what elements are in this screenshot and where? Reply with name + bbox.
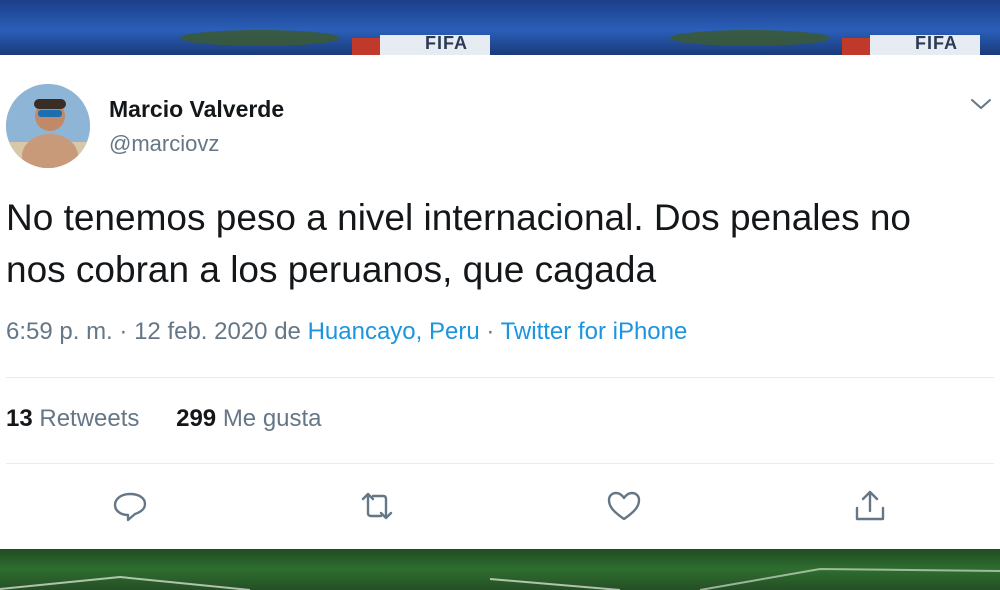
- tweet-stats: 13 Retweets 299 Me gusta: [6, 405, 322, 433]
- background-frame-right: FIFA: [490, 0, 980, 55]
- tweet-text-line: No tenemos peso a nivel internacional. D…: [6, 197, 912, 238]
- tweet-time[interactable]: 6:59 p. m.: [6, 318, 113, 345]
- meta-separator: ·: [119, 318, 128, 345]
- author-handle[interactable]: @marciovz: [109, 131, 219, 157]
- tweet-text-line: nos cobran a los peruanos, que cagada: [6, 249, 657, 290]
- retweets-stat[interactable]: 13 Retweets: [6, 405, 139, 433]
- chevron-down-icon[interactable]: [968, 94, 994, 114]
- location-link[interactable]: Huancayo, Peru: [308, 318, 480, 345]
- location-prefix: de: [274, 318, 301, 345]
- likes-label: Me gusta: [222, 405, 322, 432]
- share-icon[interactable]: [850, 486, 890, 526]
- reply-icon[interactable]: [110, 486, 150, 526]
- meta-separator: ·: [486, 318, 495, 345]
- fifa-watermark: FIFA: [425, 33, 468, 53]
- author-name[interactable]: Marcio Valverde: [109, 96, 284, 123]
- divider: [6, 463, 994, 464]
- background-top-band: FIFA FIFA: [0, 0, 1000, 55]
- retweets-count: 13: [6, 405, 33, 432]
- retweet-icon[interactable]: [357, 486, 397, 526]
- tweet-date[interactable]: 12 feb. 2020: [134, 318, 267, 345]
- divider: [6, 377, 994, 378]
- action-bar: [0, 486, 1000, 530]
- fifa-watermark: FIFA: [915, 33, 958, 53]
- background-bottom-band: [0, 549, 1000, 590]
- retweets-label: Retweets: [39, 405, 140, 432]
- likes-count: 299: [176, 405, 217, 432]
- tweet-meta: 6:59 p. m. · 12 feb. 2020 de Huancayo, P…: [6, 318, 687, 346]
- source-link[interactable]: Twitter for iPhone: [501, 318, 688, 345]
- tweet-text: No tenemos peso a nivel internacional. D…: [6, 192, 991, 296]
- avatar[interactable]: [6, 84, 90, 168]
- heart-icon[interactable]: [604, 486, 644, 526]
- likes-stat[interactable]: 299 Me gusta: [176, 405, 321, 433]
- background-frame-left: FIFA: [0, 0, 490, 55]
